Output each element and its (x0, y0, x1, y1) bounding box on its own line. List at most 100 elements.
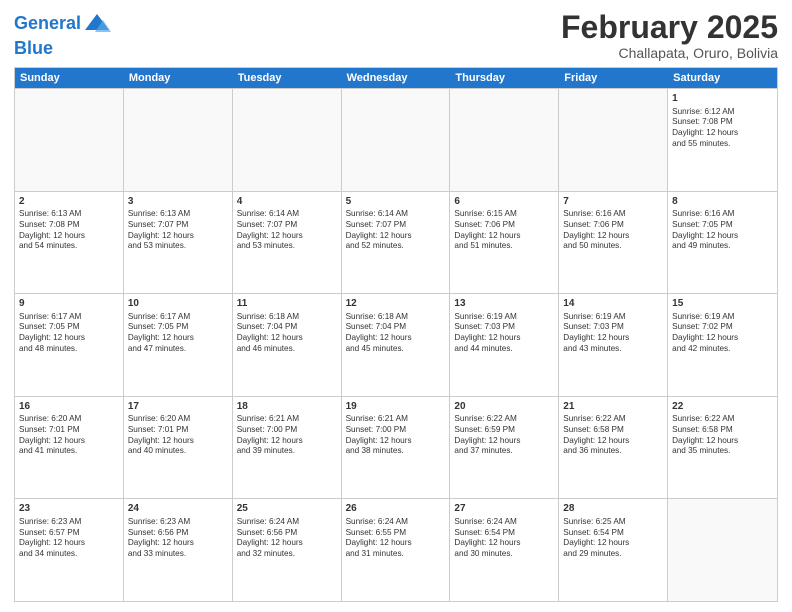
month-title: February 2025 (561, 10, 778, 45)
calendar-row-4: 23Sunrise: 6:23 AM Sunset: 6:57 PM Dayli… (15, 498, 777, 601)
calendar-cell: 2Sunrise: 6:13 AM Sunset: 7:08 PM Daylig… (15, 192, 124, 294)
calendar-cell: 15Sunrise: 6:19 AM Sunset: 7:02 PM Dayli… (668, 294, 777, 396)
day-number: 15 (672, 297, 773, 311)
calendar-cell: 7Sunrise: 6:16 AM Sunset: 7:06 PM Daylig… (559, 192, 668, 294)
calendar-cell: 11Sunrise: 6:18 AM Sunset: 7:04 PM Dayli… (233, 294, 342, 396)
day-number: 4 (237, 195, 337, 209)
calendar-cell (342, 89, 451, 191)
calendar-cell: 16Sunrise: 6:20 AM Sunset: 7:01 PM Dayli… (15, 397, 124, 499)
calendar-cell (233, 89, 342, 191)
day-info: Sunrise: 6:14 AM Sunset: 7:07 PM Dayligh… (237, 209, 337, 252)
day-info: Sunrise: 6:21 AM Sunset: 7:00 PM Dayligh… (237, 414, 337, 457)
calendar-cell: 14Sunrise: 6:19 AM Sunset: 7:03 PM Dayli… (559, 294, 668, 396)
day-info: Sunrise: 6:18 AM Sunset: 7:04 PM Dayligh… (346, 312, 446, 355)
day-info: Sunrise: 6:22 AM Sunset: 6:58 PM Dayligh… (672, 414, 773, 457)
logo-text: General (14, 14, 81, 34)
day-number: 27 (454, 502, 554, 516)
header: General Blue February 2025 Challapata, O… (14, 10, 778, 61)
header-friday: Friday (559, 68, 668, 88)
calendar-cell: 5Sunrise: 6:14 AM Sunset: 7:07 PM Daylig… (342, 192, 451, 294)
day-info: Sunrise: 6:17 AM Sunset: 7:05 PM Dayligh… (128, 312, 228, 355)
day-info: Sunrise: 6:20 AM Sunset: 7:01 PM Dayligh… (128, 414, 228, 457)
calendar-row-1: 2Sunrise: 6:13 AM Sunset: 7:08 PM Daylig… (15, 191, 777, 294)
calendar-cell: 26Sunrise: 6:24 AM Sunset: 6:55 PM Dayli… (342, 499, 451, 601)
calendar-cell: 1Sunrise: 6:12 AM Sunset: 7:08 PM Daylig… (668, 89, 777, 191)
day-number: 25 (237, 502, 337, 516)
day-number: 22 (672, 400, 773, 414)
day-number: 7 (563, 195, 663, 209)
calendar-cell: 9Sunrise: 6:17 AM Sunset: 7:05 PM Daylig… (15, 294, 124, 396)
day-info: Sunrise: 6:21 AM Sunset: 7:00 PM Dayligh… (346, 414, 446, 457)
day-info: Sunrise: 6:18 AM Sunset: 7:04 PM Dayligh… (237, 312, 337, 355)
calendar-cell: 10Sunrise: 6:17 AM Sunset: 7:05 PM Dayli… (124, 294, 233, 396)
day-number: 13 (454, 297, 554, 311)
day-number: 19 (346, 400, 446, 414)
day-info: Sunrise: 6:19 AM Sunset: 7:02 PM Dayligh… (672, 312, 773, 355)
day-number: 23 (19, 502, 119, 516)
calendar-cell: 12Sunrise: 6:18 AM Sunset: 7:04 PM Dayli… (342, 294, 451, 396)
day-number: 20 (454, 400, 554, 414)
day-info: Sunrise: 6:24 AM Sunset: 6:54 PM Dayligh… (454, 517, 554, 560)
day-number: 3 (128, 195, 228, 209)
day-info: Sunrise: 6:20 AM Sunset: 7:01 PM Dayligh… (19, 414, 119, 457)
header-monday: Monday (124, 68, 233, 88)
calendar-cell: 25Sunrise: 6:24 AM Sunset: 6:56 PM Dayli… (233, 499, 342, 601)
day-info: Sunrise: 6:23 AM Sunset: 6:56 PM Dayligh… (128, 517, 228, 560)
day-info: Sunrise: 6:24 AM Sunset: 6:55 PM Dayligh… (346, 517, 446, 560)
day-info: Sunrise: 6:23 AM Sunset: 6:57 PM Dayligh… (19, 517, 119, 560)
day-number: 2 (19, 195, 119, 209)
day-number: 1 (672, 92, 773, 106)
day-number: 28 (563, 502, 663, 516)
day-number: 18 (237, 400, 337, 414)
calendar-cell: 20Sunrise: 6:22 AM Sunset: 6:59 PM Dayli… (450, 397, 559, 499)
logo-text2: Blue (14, 38, 53, 59)
header-saturday: Saturday (668, 68, 777, 88)
day-number: 16 (19, 400, 119, 414)
day-info: Sunrise: 6:17 AM Sunset: 7:05 PM Dayligh… (19, 312, 119, 355)
calendar-cell: 24Sunrise: 6:23 AM Sunset: 6:56 PM Dayli… (124, 499, 233, 601)
day-info: Sunrise: 6:16 AM Sunset: 7:05 PM Dayligh… (672, 209, 773, 252)
day-number: 5 (346, 195, 446, 209)
calendar-cell: 18Sunrise: 6:21 AM Sunset: 7:00 PM Dayli… (233, 397, 342, 499)
day-info: Sunrise: 6:14 AM Sunset: 7:07 PM Dayligh… (346, 209, 446, 252)
day-info: Sunrise: 6:25 AM Sunset: 6:54 PM Dayligh… (563, 517, 663, 560)
calendar-cell: 23Sunrise: 6:23 AM Sunset: 6:57 PM Dayli… (15, 499, 124, 601)
calendar-cell (559, 89, 668, 191)
calendar-row-2: 9Sunrise: 6:17 AM Sunset: 7:05 PM Daylig… (15, 293, 777, 396)
calendar-body: 1Sunrise: 6:12 AM Sunset: 7:08 PM Daylig… (15, 88, 777, 601)
calendar-cell: 21Sunrise: 6:22 AM Sunset: 6:58 PM Dayli… (559, 397, 668, 499)
day-number: 9 (19, 297, 119, 311)
day-info: Sunrise: 6:16 AM Sunset: 7:06 PM Dayligh… (563, 209, 663, 252)
day-info: Sunrise: 6:15 AM Sunset: 7:06 PM Dayligh… (454, 209, 554, 252)
day-info: Sunrise: 6:13 AM Sunset: 7:07 PM Dayligh… (128, 209, 228, 252)
day-info: Sunrise: 6:12 AM Sunset: 7:08 PM Dayligh… (672, 107, 773, 150)
day-info: Sunrise: 6:13 AM Sunset: 7:08 PM Dayligh… (19, 209, 119, 252)
day-number: 14 (563, 297, 663, 311)
calendar-header: Sunday Monday Tuesday Wednesday Thursday… (15, 68, 777, 88)
day-number: 11 (237, 297, 337, 311)
calendar: Sunday Monday Tuesday Wednesday Thursday… (14, 67, 778, 602)
day-number: 17 (128, 400, 228, 414)
calendar-cell: 19Sunrise: 6:21 AM Sunset: 7:00 PM Dayli… (342, 397, 451, 499)
calendar-row-0: 1Sunrise: 6:12 AM Sunset: 7:08 PM Daylig… (15, 88, 777, 191)
logo-icon (83, 10, 111, 38)
calendar-cell: 28Sunrise: 6:25 AM Sunset: 6:54 PM Dayli… (559, 499, 668, 601)
day-info: Sunrise: 6:19 AM Sunset: 7:03 PM Dayligh… (563, 312, 663, 355)
day-info: Sunrise: 6:24 AM Sunset: 6:56 PM Dayligh… (237, 517, 337, 560)
calendar-cell: 6Sunrise: 6:15 AM Sunset: 7:06 PM Daylig… (450, 192, 559, 294)
logo: General Blue (14, 10, 111, 59)
calendar-cell: 13Sunrise: 6:19 AM Sunset: 7:03 PM Dayli… (450, 294, 559, 396)
calendar-cell: 17Sunrise: 6:20 AM Sunset: 7:01 PM Dayli… (124, 397, 233, 499)
day-info: Sunrise: 6:22 AM Sunset: 6:59 PM Dayligh… (454, 414, 554, 457)
page: General Blue February 2025 Challapata, O… (0, 0, 792, 612)
day-info: Sunrise: 6:19 AM Sunset: 7:03 PM Dayligh… (454, 312, 554, 355)
day-number: 10 (128, 297, 228, 311)
day-number: 26 (346, 502, 446, 516)
title-block: February 2025 Challapata, Oruro, Bolivia (561, 10, 778, 61)
calendar-cell (450, 89, 559, 191)
calendar-row-3: 16Sunrise: 6:20 AM Sunset: 7:01 PM Dayli… (15, 396, 777, 499)
header-wednesday: Wednesday (342, 68, 451, 88)
day-number: 21 (563, 400, 663, 414)
day-number: 6 (454, 195, 554, 209)
calendar-cell: 22Sunrise: 6:22 AM Sunset: 6:58 PM Dayli… (668, 397, 777, 499)
